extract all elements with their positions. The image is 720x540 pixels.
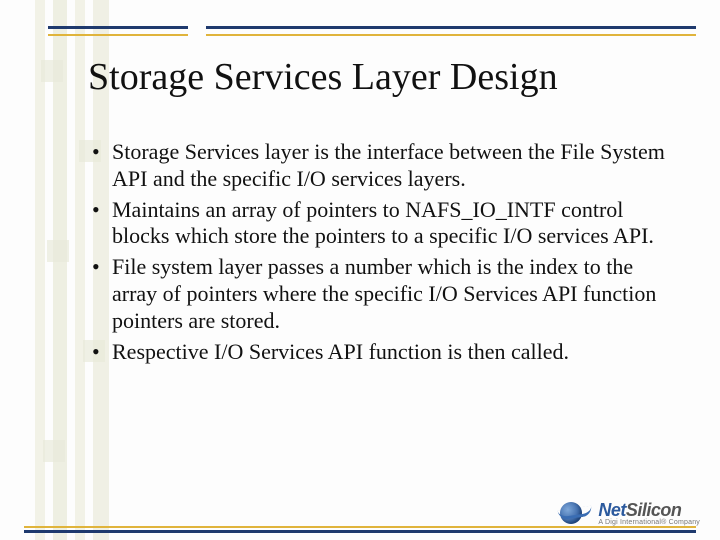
logo-globe-icon [558,500,592,526]
bullet-list: Storage Services layer is the interface … [88,139,680,366]
logo-brand-part1: Net [598,500,626,520]
slide-title: Storage Services Layer Design [88,55,680,99]
slide-content: Storage Services Layer Design Storage Se… [88,55,680,370]
logo-tagline: A Digi International® Company [598,519,700,526]
header-divider [48,26,696,38]
list-item: Respective I/O Services API function is … [88,339,680,366]
logo-brand-part2: Silicon [626,500,682,520]
list-item: File system layer passes a number which … [88,254,680,334]
brand-logo: NetSilicon A Digi International® Company [558,500,700,526]
list-item: Maintains an array of pointers to NAFS_I… [88,197,680,251]
logo-text: NetSilicon A Digi International® Company [598,501,700,526]
footer-divider [24,526,696,534]
list-item: Storage Services layer is the interface … [88,139,680,193]
